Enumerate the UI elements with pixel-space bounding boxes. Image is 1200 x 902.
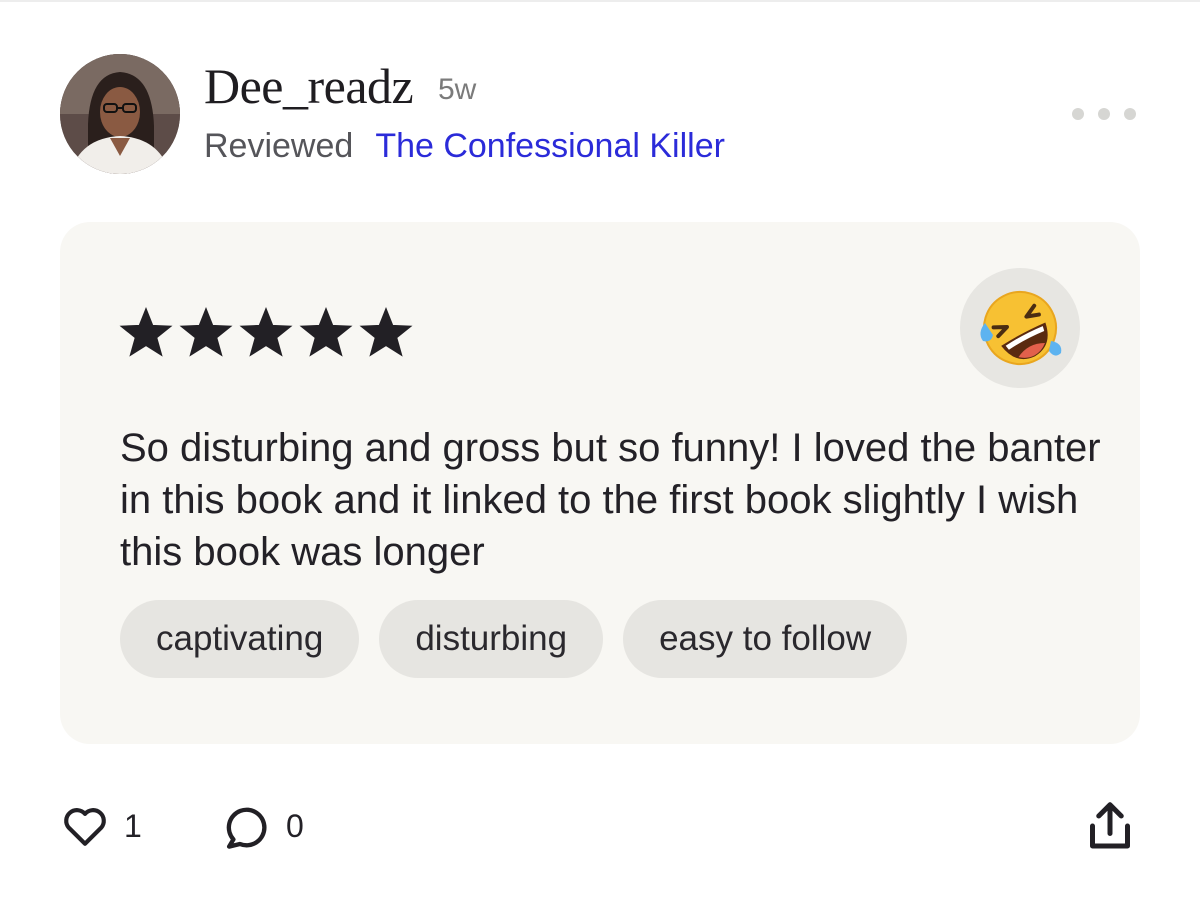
review-text: So disturbing and gross but so funny! I … <box>120 426 1101 574</box>
emoji-reaction-badge <box>960 268 1080 388</box>
more-icon <box>1072 108 1084 120</box>
review-tags: captivating disturbing easy to follow <box>120 600 908 678</box>
tag-chip[interactable]: captivating <box>120 600 360 678</box>
username[interactable]: Dee_readz <box>204 58 414 114</box>
tag-chip[interactable]: disturbing <box>379 600 604 678</box>
like-button[interactable]: 1 <box>60 796 142 856</box>
reviewed-line: Reviewed The Confessional Killer <box>204 124 725 168</box>
star-icon <box>239 307 293 357</box>
star-icon <box>179 307 233 357</box>
comment-icon <box>226 807 267 849</box>
star-icon <box>359 307 413 357</box>
top-divider <box>0 0 1200 2</box>
book-title-link[interactable]: The Confessional Killer <box>375 127 725 165</box>
heart-icon <box>64 808 106 846</box>
star-icon <box>119 307 173 357</box>
more-options-button[interactable] <box>1072 100 1136 128</box>
comment-count: 0 <box>286 807 304 844</box>
more-icon-dot <box>1098 108 1110 120</box>
comment-button[interactable]: 0 <box>220 796 304 856</box>
reviewed-label: Reviewed <box>204 127 354 165</box>
more-icon-dot <box>1124 108 1136 120</box>
review-card: So disturbing and gross but so funny! I … <box>60 222 1140 744</box>
post-timestamp: 5w <box>438 73 477 106</box>
avatar[interactable] <box>60 54 180 174</box>
like-count: 1 <box>124 807 142 844</box>
post-actions: 1 0 <box>60 796 1140 856</box>
star-rating <box>118 306 414 362</box>
share-button[interactable] <box>1080 796 1140 856</box>
share-icon <box>1090 802 1130 849</box>
tag-chip[interactable]: easy to follow <box>623 600 908 678</box>
star-icon <box>299 307 353 357</box>
rolling-laughing-emoji-icon <box>980 291 1062 365</box>
